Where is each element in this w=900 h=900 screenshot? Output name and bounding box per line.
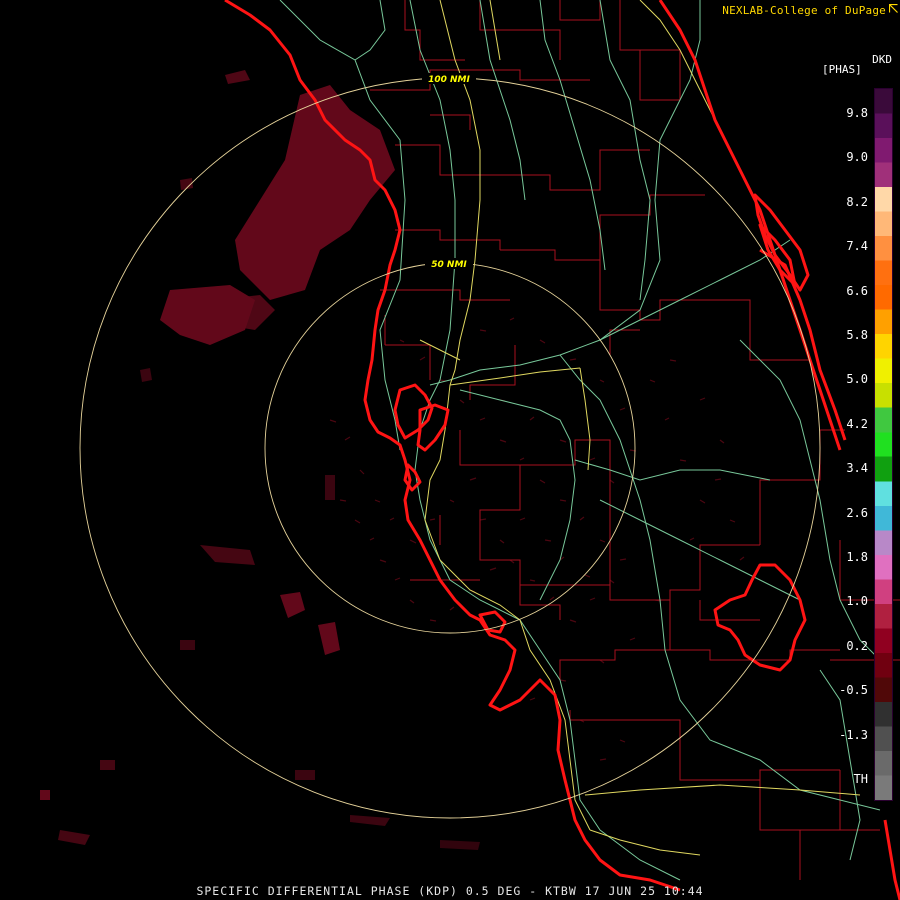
legend-tick-label: 5.8: [846, 328, 868, 342]
legend-tick-label: -1.3: [839, 727, 868, 742]
legend-color-bar: [874, 88, 893, 801]
legend-tick-label: 9.8: [846, 106, 868, 120]
legend-tick-label: 1.8: [846, 550, 868, 564]
range-ring-label-50: 50 NMI: [431, 260, 467, 270]
credit-text: NEXLAB-College of DuPage: [722, 4, 886, 17]
radar-map: 100 NMI 50 NMI: [0, 0, 900, 900]
legend-tick-label: -0.5: [839, 683, 868, 698]
legend-tick-label: 3.4: [846, 461, 868, 476]
legend-tick-label: 8.2: [846, 194, 868, 209]
nexlab-logo-icon: [889, 4, 898, 13]
legend-tick-label: TH: [853, 772, 868, 786]
legend-tick-label: 7.4: [846, 239, 868, 254]
legend-tick-label: 9.0: [846, 150, 868, 165]
legend-tick-label: 4.2: [846, 416, 868, 431]
legend-product-code: DKD: [872, 53, 892, 66]
legend-tick-label: 2.6: [846, 505, 868, 520]
legend-tick-label: 5.0: [846, 372, 868, 387]
legend-unit: [PHAS]: [822, 63, 862, 76]
legend-tick-label: 0.2: [846, 638, 868, 653]
product-caption: SPECIFIC DIFFERENTIAL PHASE (KDP) 0.5 DE…: [196, 884, 704, 898]
range-ring-label-100: 100 NMI: [428, 75, 470, 85]
legend-tick-label: 1.0: [846, 594, 868, 609]
legend-tick-label: 6.6: [846, 283, 868, 298]
